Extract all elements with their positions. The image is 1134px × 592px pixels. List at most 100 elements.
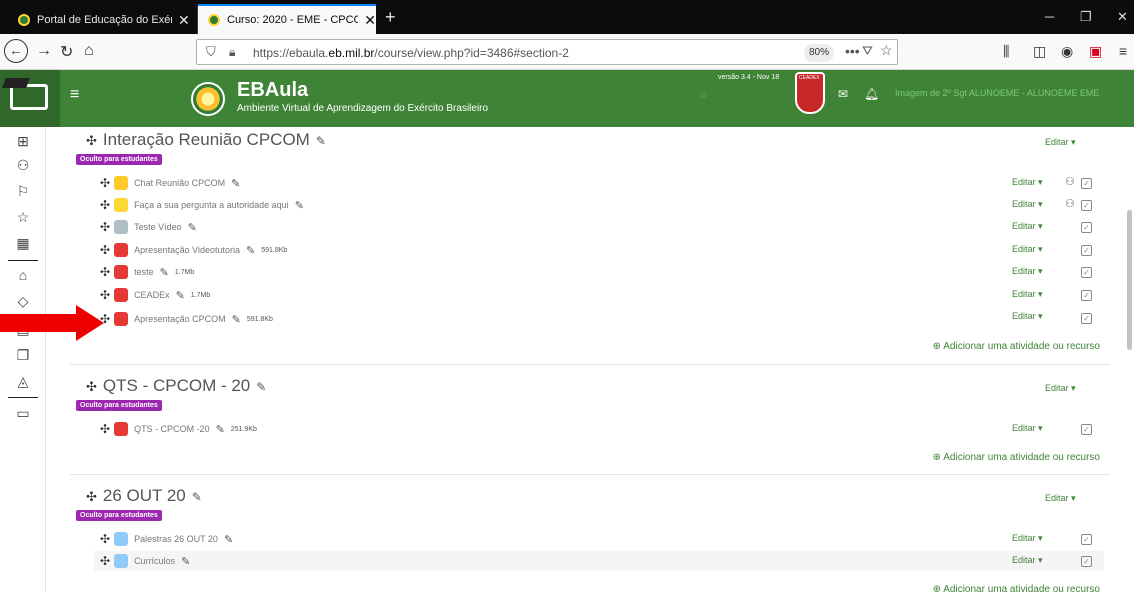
forward-button[interactable]: →	[36, 42, 52, 60]
move-icon[interactable]: ✣	[100, 554, 110, 568]
add-activity-link[interactable]: ⊕ Adicionar uma atividade ou recurso	[933, 452, 1100, 463]
home-button[interactable]: ⌂	[84, 42, 94, 60]
move-icon[interactable]: ✣	[86, 379, 97, 394]
edit-title-icon[interactable]: ✎	[160, 266, 169, 279]
hamburger-menu-icon[interactable]: ≡	[70, 86, 79, 104]
move-icon[interactable]: ✣	[100, 288, 110, 302]
activity-edit-menu[interactable]: Editar ▾	[1012, 199, 1043, 210]
completion-checkbox[interactable]: ✓	[1081, 178, 1092, 189]
completion-checkbox[interactable]: ✓	[1081, 200, 1092, 211]
activity-edit-menu[interactable]: Editar ▾	[1012, 244, 1043, 255]
edit-title-icon[interactable]: ✎	[181, 555, 190, 568]
menu-icon[interactable]: ≡	[1119, 43, 1127, 59]
activity-edit-menu[interactable]: Editar ▾	[1012, 311, 1043, 322]
tab-close-icon[interactable]: ✕	[178, 12, 190, 29]
new-tab-button[interactable]: +	[385, 7, 396, 28]
activity-edit-menu[interactable]: Editar ▾	[1012, 177, 1043, 188]
activity-item[interactable]: ✣ Teste Vídeo ✎	[100, 217, 197, 237]
activity-name[interactable]: teste	[134, 267, 154, 277]
move-icon[interactable]: ✣	[100, 422, 110, 436]
library-icon[interactable]: ⫼	[1003, 43, 1009, 60]
courses-icon[interactable]: ◬	[14, 373, 32, 390]
activity-name[interactable]: Palestras 26 OUT 20	[134, 534, 218, 544]
lock-icon[interactable]: 🔒︎	[229, 45, 235, 60]
browser-tab-portal[interactable]: Portal de Educação do Exército ✕	[8, 6, 198, 34]
pocket-icon[interactable]: ⛛	[862, 43, 873, 59]
edit-title-icon[interactable]: ✎	[224, 533, 233, 546]
folder-icon[interactable]: ▭	[14, 405, 32, 422]
activity-item[interactable]: ✣ QTS - CPCOM -20 ✎ 251.9Kb	[100, 419, 257, 439]
move-icon[interactable]: ✣	[100, 532, 110, 546]
move-icon[interactable]: ✣	[100, 198, 110, 212]
bookmark-star-icon[interactable]: ☆	[880, 42, 893, 59]
edit-title-icon[interactable]: ✎	[188, 221, 197, 234]
files-icon[interactable]: ❐	[14, 347, 32, 364]
activity-edit-menu[interactable]: Editar ▾	[1012, 289, 1043, 300]
minimize-icon[interactable]: ─	[1045, 9, 1054, 24]
activity-name[interactable]: Teste Vídeo	[134, 222, 182, 232]
sidebar-icon[interactable]: ◫	[1033, 43, 1046, 60]
add-activity-link[interactable]: ⊕ Adicionar uma atividade ou recurso	[933, 584, 1100, 592]
activity-name[interactable]: Chat Reunião CPCOM	[134, 178, 225, 188]
close-window-icon[interactable]: ✕	[1117, 9, 1128, 25]
add-activity-link[interactable]: ⊕ Adicionar uma atividade ou recurso	[933, 341, 1100, 352]
home-icon[interactable]: ⌂	[14, 267, 32, 283]
activity-item[interactable]: ✣ Currículos ✎	[94, 551, 1104, 571]
activity-name[interactable]: Apresentação CPCOM	[134, 314, 226, 324]
vertical-scrollbar[interactable]	[1127, 210, 1132, 350]
activity-name[interactable]: Apresentação Videotutoria	[134, 245, 240, 255]
completion-checkbox[interactable]: ✓	[1081, 222, 1092, 233]
activity-item[interactable]: ✣ Faça a sua pergunta a autoridade aqui ✎	[100, 195, 304, 215]
activity-edit-menu[interactable]: Editar ▾	[1012, 266, 1043, 277]
competencies-icon[interactable]: ☆	[14, 209, 32, 226]
completion-checkbox[interactable]: ✓	[1081, 556, 1092, 567]
edit-title-icon[interactable]: ✎	[256, 380, 266, 394]
edit-title-icon[interactable]: ✎	[231, 177, 240, 190]
grades-icon[interactable]: ▦	[14, 235, 32, 252]
page-actions-button[interactable]: •••	[845, 43, 860, 59]
move-icon[interactable]: ✣	[100, 176, 110, 190]
restore-icon[interactable]: ❐	[1080, 9, 1092, 25]
activity-item[interactable]: ✣ Chat Reunião CPCOM ✎	[100, 173, 240, 193]
edit-title-icon[interactable]: ✎	[295, 199, 304, 212]
completion-checkbox[interactable]: ✓	[1081, 245, 1092, 256]
messages-icon[interactable]: ✉	[838, 87, 848, 101]
completion-checkbox[interactable]: ✓	[1081, 290, 1092, 301]
url-bar[interactable]: ⛉ 🔒︎ https://ebaula.eb.mil.br/course/vie…	[196, 39, 898, 65]
tracking-shield-icon[interactable]: ⛉	[206, 44, 216, 60]
completion-checkbox[interactable]: ✓	[1081, 424, 1092, 435]
reload-button[interactable]: ↻	[60, 42, 73, 62]
move-icon[interactable]: ✣	[100, 220, 110, 234]
ebaula-logo[interactable]	[0, 70, 60, 127]
activity-item[interactable]: ✣ Palestras 26 OUT 20 ✎	[100, 529, 233, 549]
pocket-save-icon[interactable]: ▣	[1089, 43, 1102, 60]
back-button[interactable]: ←	[4, 39, 28, 63]
search-icon[interactable]: ⌕	[700, 86, 708, 103]
activity-name[interactable]: QTS - CPCOM -20	[134, 424, 210, 434]
notifications-bell-icon[interactable]: 🔔︎	[864, 87, 879, 101]
group-mode-icon[interactable]: ⚇	[1065, 197, 1075, 210]
edit-title-icon[interactable]: ✎	[176, 289, 185, 302]
activity-item[interactable]: ✣ CEADEx ✎ 1.7Mb	[100, 285, 210, 305]
activity-edit-menu[interactable]: Editar ▾	[1012, 423, 1043, 434]
user-menu[interactable]: Imagem de 2º Sgt ALUNOEME - ALUNOEME EME	[895, 88, 1099, 98]
completion-checkbox[interactable]: ✓	[1081, 267, 1092, 278]
activity-item[interactable]: ✣ teste ✎ 1.7Mb	[100, 262, 194, 282]
move-icon[interactable]: ✣	[100, 243, 110, 257]
edit-title-icon[interactable]: ✎	[232, 313, 241, 326]
browser-tab-course[interactable]: Curso: 2020 - EME - CPCOM EAD ✕	[198, 4, 376, 34]
tab-close-icon[interactable]: ✕	[364, 12, 376, 29]
participants-icon[interactable]: ⚇	[14, 157, 32, 174]
activity-name[interactable]: Faça a sua pergunta a autoridade aqui	[134, 200, 289, 210]
edit-title-icon[interactable]: ✎	[192, 490, 202, 504]
dashboard-icon[interactable]: ⊞	[14, 133, 32, 150]
badges-icon[interactable]: ⚐	[14, 183, 32, 200]
move-icon[interactable]: ✣	[100, 265, 110, 279]
zoom-level[interactable]: 80%	[804, 44, 834, 62]
edit-title-icon[interactable]: ✎	[246, 244, 255, 257]
section-edit-menu[interactable]: Editar ▾	[1045, 137, 1076, 148]
move-icon[interactable]: ✣	[86, 489, 97, 504]
activity-name[interactable]: CEADEx	[134, 290, 170, 300]
completion-checkbox[interactable]: ✓	[1081, 534, 1092, 545]
section-edit-menu[interactable]: Editar ▾	[1045, 493, 1076, 504]
